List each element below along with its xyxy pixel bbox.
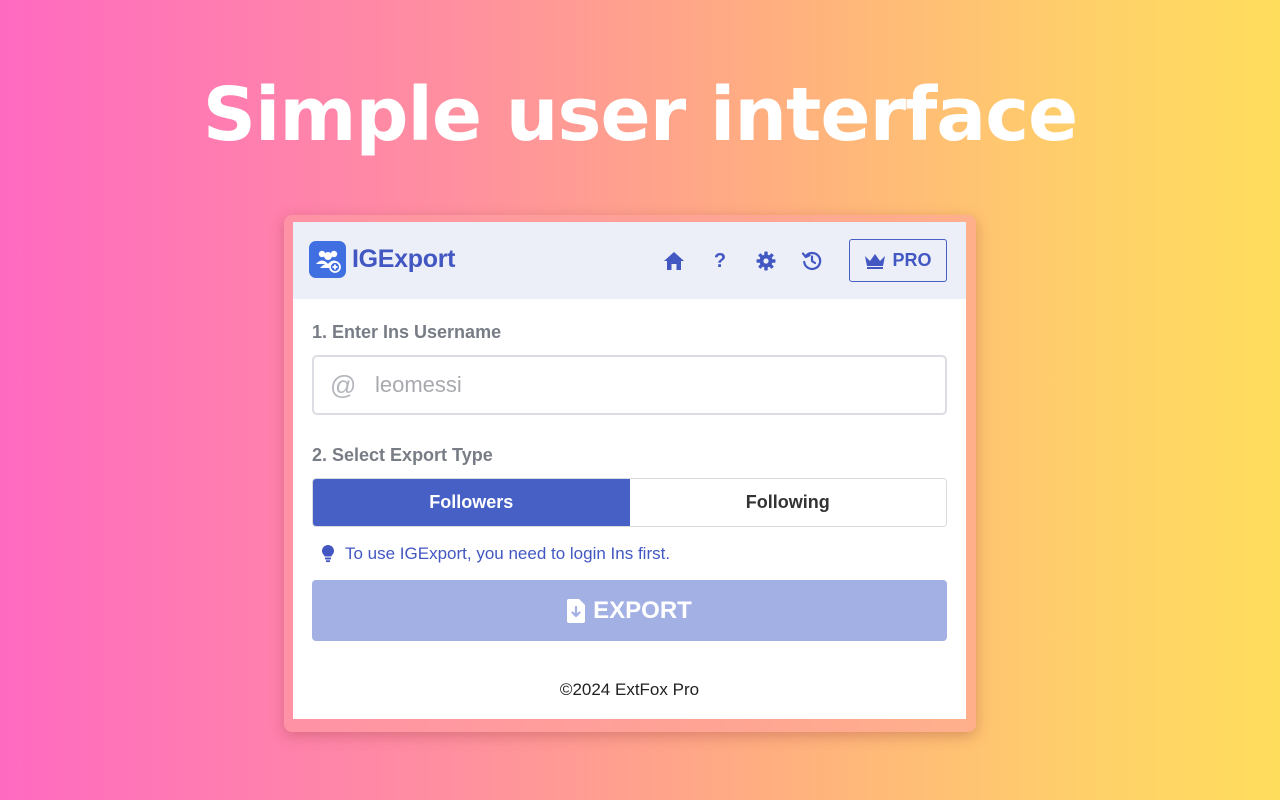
- export-button[interactable]: EXPORT: [312, 580, 947, 641]
- help-glyph: ?: [713, 249, 727, 272]
- username-section-label: 1. Enter Ins Username: [312, 322, 502, 342]
- lightbulb-icon: [322, 545, 334, 563]
- main-content: 1. Enter Ins Username @ 2. Select Export…: [293, 299, 966, 641]
- pro-label: PRO: [892, 250, 932, 270]
- login-hint-text: To use IGExport, you need to login Ins f…: [345, 544, 671, 563]
- export-type-selector: Followers Following: [312, 478, 947, 527]
- settings-icon[interactable]: [754, 249, 778, 273]
- header: IGExport ? PRO: [293, 222, 966, 299]
- headline: Simple user interface: [202, 72, 1079, 158]
- username-input[interactable]: [373, 371, 897, 399]
- app-name: IGExport: [352, 245, 456, 273]
- login-hint: To use IGExport, you need to login Ins f…: [312, 544, 947, 564]
- brand: IGExport: [309, 241, 455, 278]
- history-icon[interactable]: [800, 249, 824, 273]
- app-logo-icon: [309, 241, 346, 278]
- following-option[interactable]: Following: [629, 479, 946, 526]
- popup-frame: IGExport ? PRO 1. Enter Ins Username @ l…: [284, 215, 976, 732]
- at-icon: @: [330, 369, 357, 400]
- pro-button[interactable]: PRO: [849, 239, 947, 282]
- help-icon[interactable]: ?: [708, 249, 732, 273]
- username-field[interactable]: @: [312, 355, 947, 415]
- file-download-icon: [567, 598, 586, 623]
- followers-option[interactable]: Followers: [313, 479, 630, 526]
- export-type-section-label: 2. Select Export Type: [312, 445, 493, 465]
- home-icon[interactable]: [662, 249, 686, 273]
- footer: ©2024 ExtFox Pro: [559, 680, 700, 699]
- extension-popup: IGExport ? PRO 1. Enter Ins Username @ l…: [293, 222, 966, 719]
- nav-icons: ?: [662, 249, 846, 273]
- export-label: EXPORT: [593, 596, 692, 624]
- crown-icon: [865, 253, 886, 269]
